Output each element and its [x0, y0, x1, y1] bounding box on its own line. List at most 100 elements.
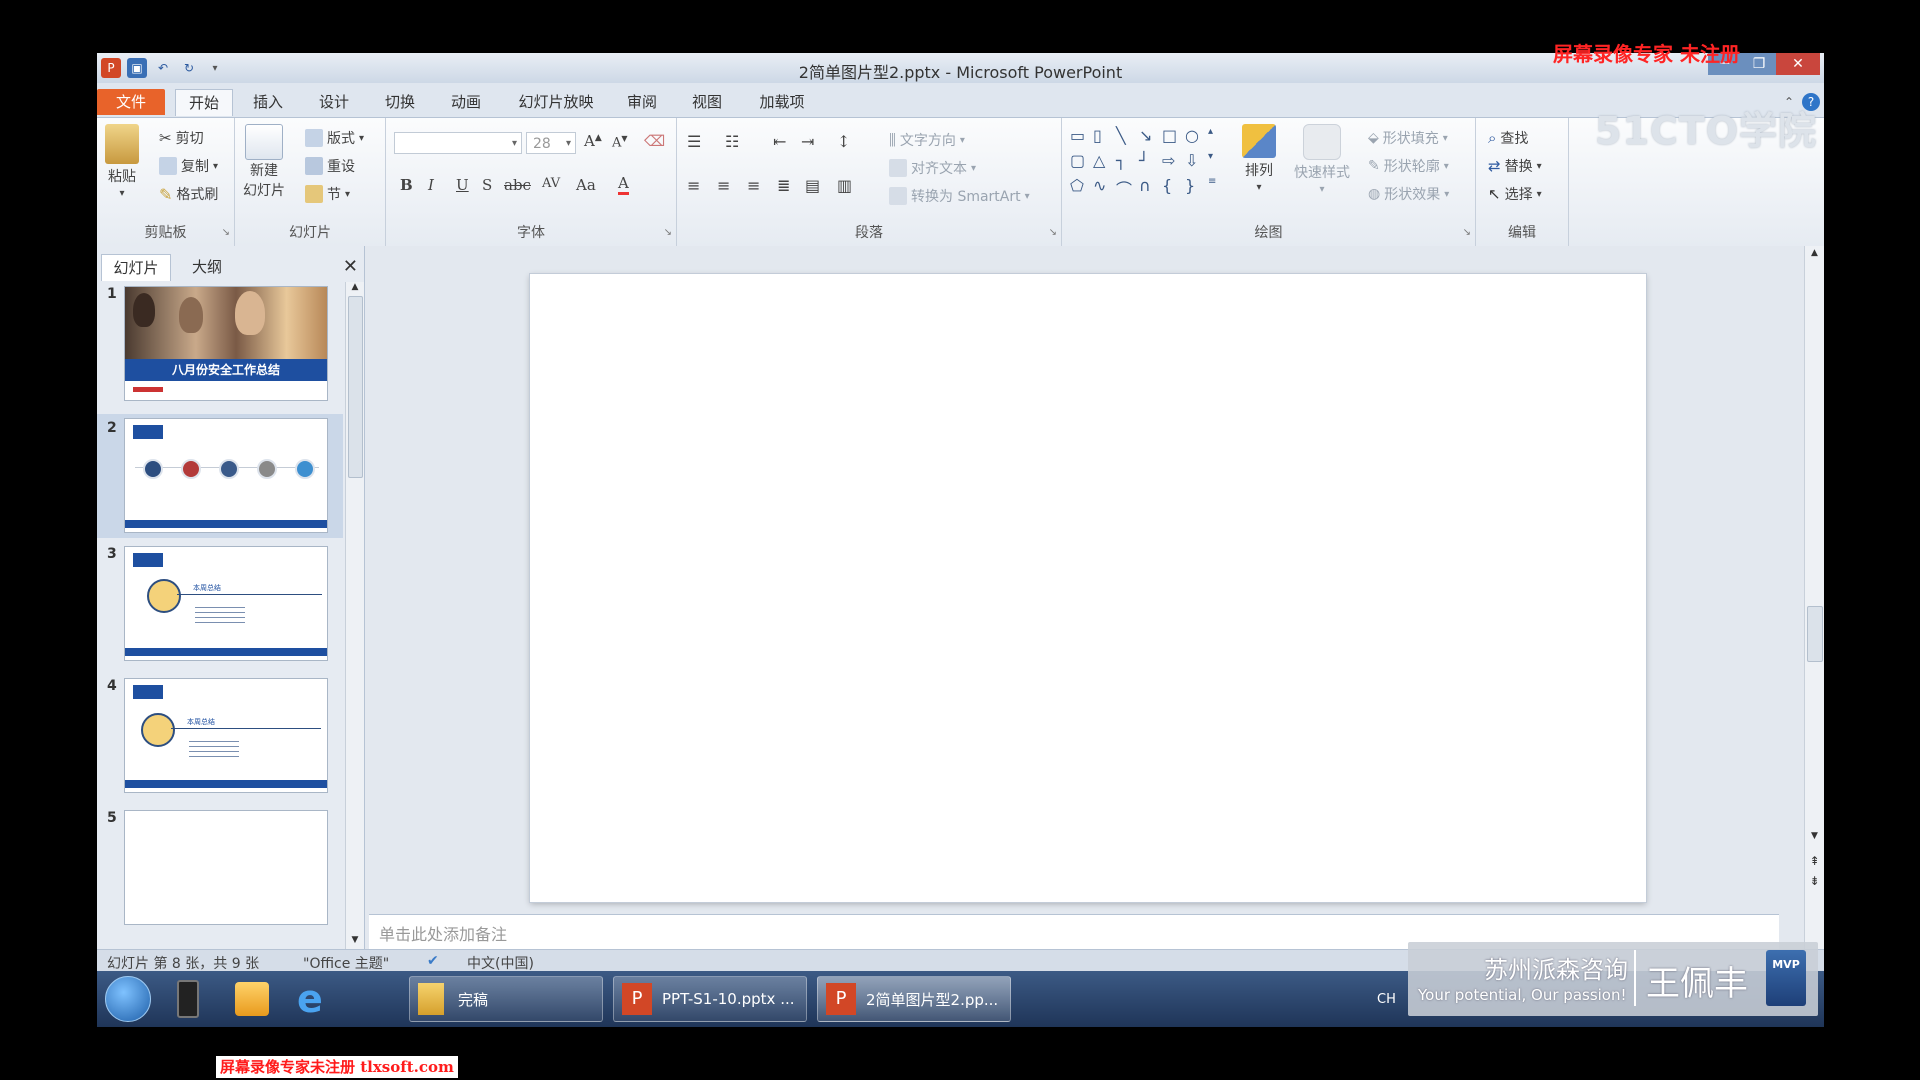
section-button[interactable]: 节 ▾: [305, 184, 350, 204]
scrollbar-thumb[interactable]: [1807, 606, 1823, 662]
tab-file[interactable]: 文件: [97, 89, 165, 115]
scribble-shape-icon[interactable]: ∿: [1093, 176, 1115, 200]
next-slide-icon[interactable]: ⇟: [1806, 874, 1823, 888]
slide-thumbnail-3[interactable]: 3 本周总结: [97, 546, 343, 670]
rectangle-shape-icon[interactable]: □: [1162, 126, 1184, 150]
layout-button[interactable]: 版式 ▾: [305, 128, 364, 148]
align-center-icon[interactable]: ≡: [717, 176, 730, 195]
tab-home[interactable]: 开始: [175, 89, 233, 116]
shape-fill-button[interactable]: ⬙ 形状填充 ▾: [1368, 128, 1448, 148]
tab-view[interactable]: 视图: [682, 89, 732, 115]
slide-thumbnail-1[interactable]: 1 八月份安全工作总结: [97, 286, 343, 410]
spelling-check-icon[interactable]: ✔: [427, 953, 439, 969]
dialog-launcher-icon[interactable]: ↘: [222, 227, 230, 238]
arrange-button[interactable]: 排列 ▾: [1242, 124, 1276, 193]
freeform-shape-icon[interactable]: ⬠: [1070, 176, 1092, 200]
dialog-launcher-icon[interactable]: ↘: [1049, 227, 1057, 238]
taskbar-ppt-2[interactable]: P 2简单图片型2.pp...: [817, 976, 1011, 1022]
tab-addins[interactable]: 加载项: [749, 89, 815, 115]
quick-styles-button[interactable]: 快速样式 ▾: [1294, 124, 1350, 195]
tab-outline[interactable]: 大纲: [173, 254, 241, 280]
gallery-more-icon[interactable]: ≡: [1208, 176, 1230, 200]
tab-slideshow[interactable]: 幻灯片放映: [509, 89, 603, 115]
thumbnail-scrollbar[interactable]: ▲ ▼: [345, 282, 364, 949]
shape-effects-button[interactable]: ◍ 形状效果 ▾: [1368, 184, 1449, 204]
format-painter-button[interactable]: ✎ 格式刷: [159, 184, 218, 204]
close-icon[interactable]: ✕: [1776, 53, 1820, 75]
gallery-down-icon[interactable]: ▾: [1208, 151, 1230, 175]
elbow-arrow-shape-icon[interactable]: ┘: [1139, 151, 1161, 175]
tab-animations[interactable]: 动画: [441, 89, 491, 115]
cut-button[interactable]: ✂ 剪切: [159, 128, 204, 148]
ime-indicator[interactable]: CH: [1377, 976, 1396, 1022]
font-color-icon[interactable]: A: [618, 174, 629, 195]
tab-transitions[interactable]: 切换: [375, 89, 425, 115]
language-status[interactable]: 中文(中国): [467, 953, 534, 973]
scrollbar-thumb[interactable]: [348, 296, 363, 478]
taskbar-ie[interactable]: e: [297, 976, 323, 1022]
strikethrough-icon[interactable]: abc: [504, 176, 531, 194]
scroll-down-icon[interactable]: ▼: [347, 935, 363, 949]
down-arrow-shape-icon[interactable]: ⇩: [1185, 151, 1207, 175]
clear-format-icon[interactable]: ⌫: [644, 132, 665, 150]
increase-indent-icon[interactable]: ⇥: [801, 132, 814, 151]
reset-button[interactable]: 重设: [305, 156, 355, 176]
convert-smartart-button[interactable]: 转换为 SmartArt ▾: [889, 186, 1030, 206]
tab-design[interactable]: 设计: [309, 89, 359, 115]
decrease-indent-icon[interactable]: ⇤: [773, 132, 786, 151]
arc-shape-icon[interactable]: ⌒: [1116, 176, 1138, 200]
taskbar-explorer[interactable]: 完稿: [409, 976, 603, 1022]
shadow-text-icon[interactable]: S: [482, 176, 492, 194]
scroll-up-icon[interactable]: ▲: [1806, 248, 1823, 258]
right-arrow-shape-icon[interactable]: ⇨: [1162, 151, 1184, 175]
change-case-icon[interactable]: Aa: [576, 176, 596, 194]
taskbar-device-app[interactable]: [177, 976, 199, 1022]
right-brace-shape-icon[interactable]: }: [1185, 176, 1207, 200]
distributed-icon[interactable]: ▤: [805, 176, 820, 195]
numbering-icon[interactable]: ☷: [725, 132, 739, 151]
underline-icon[interactable]: U: [456, 176, 469, 194]
dialog-launcher-icon[interactable]: ↘: [1463, 227, 1471, 238]
bold-icon[interactable]: B: [400, 176, 413, 194]
taskbar-ppt-1[interactable]: P PPT-S1-10.pptx ...: [613, 976, 807, 1022]
align-left-icon[interactable]: ≡: [687, 176, 700, 195]
scroll-up-icon[interactable]: ▲: [347, 282, 363, 296]
align-right-icon[interactable]: ≡: [747, 176, 760, 195]
character-spacing-icon[interactable]: AV: [542, 176, 560, 191]
slide-thumbnail-4[interactable]: 4 本周总结: [97, 678, 343, 802]
paste-button[interactable]: 粘贴 ▾: [105, 124, 139, 199]
rounded-rect-shape-icon[interactable]: ▢: [1070, 151, 1092, 175]
slide-scrollbar[interactable]: ▲ ▼ ⇞ ⇟: [1804, 246, 1824, 949]
find-button[interactable]: ⌕ 查找: [1488, 128, 1528, 148]
select-button[interactable]: ↖ 选择 ▾: [1488, 184, 1542, 204]
left-brace-shape-icon[interactable]: {: [1162, 176, 1184, 200]
dialog-launcher-icon[interactable]: ↘: [664, 227, 672, 238]
justify-icon[interactable]: ≣: [777, 176, 790, 195]
textbox-shape-icon[interactable]: ▭: [1070, 126, 1092, 150]
triangle-shape-icon[interactable]: △: [1093, 151, 1115, 175]
replace-button[interactable]: ⇄ 替换 ▾: [1488, 156, 1542, 176]
shapes-gallery[interactable]: ▭ ▯ ╲ ↘ □ ○ ▴ ▢ △ ┐ ┘ ⇨ ⇩ ▾ ⬠ ∿ ⌒ ∩ { }: [1070, 126, 1234, 202]
text-direction-button[interactable]: ⫼ 文字方向 ▾: [889, 130, 965, 150]
shape-outline-button[interactable]: ✎ 形状轮廓 ▾: [1368, 156, 1449, 176]
grow-font-icon[interactable]: A▲: [584, 132, 602, 150]
vertical-textbox-shape-icon[interactable]: ▯: [1093, 126, 1115, 150]
italic-icon[interactable]: I: [428, 176, 434, 194]
slide-thumbnail-5[interactable]: 5: [97, 810, 343, 934]
current-slide[interactable]: [530, 274, 1646, 902]
gallery-up-icon[interactable]: ▴: [1208, 126, 1230, 150]
tab-insert[interactable]: 插入: [243, 89, 293, 115]
taskbar-outlook[interactable]: [235, 976, 269, 1022]
columns-icon[interactable]: ▥: [837, 176, 852, 195]
copy-button[interactable]: 复制 ▾: [159, 156, 218, 176]
slide-thumbnail-2[interactable]: 2: [97, 414, 343, 538]
oval-shape-icon[interactable]: ○: [1185, 126, 1207, 150]
close-panel-icon[interactable]: ✕: [343, 256, 358, 277]
font-size-combo[interactable]: 28 ▾: [526, 132, 576, 154]
tab-review[interactable]: 审阅: [617, 89, 667, 115]
font-name-combo[interactable]: ▾: [394, 132, 522, 154]
align-text-button[interactable]: 对齐文本 ▾: [889, 158, 976, 178]
elbow-connector-shape-icon[interactable]: ┐: [1116, 151, 1138, 175]
bullets-icon[interactable]: ☰: [687, 132, 701, 151]
restore-icon[interactable]: ❐: [1742, 53, 1776, 75]
